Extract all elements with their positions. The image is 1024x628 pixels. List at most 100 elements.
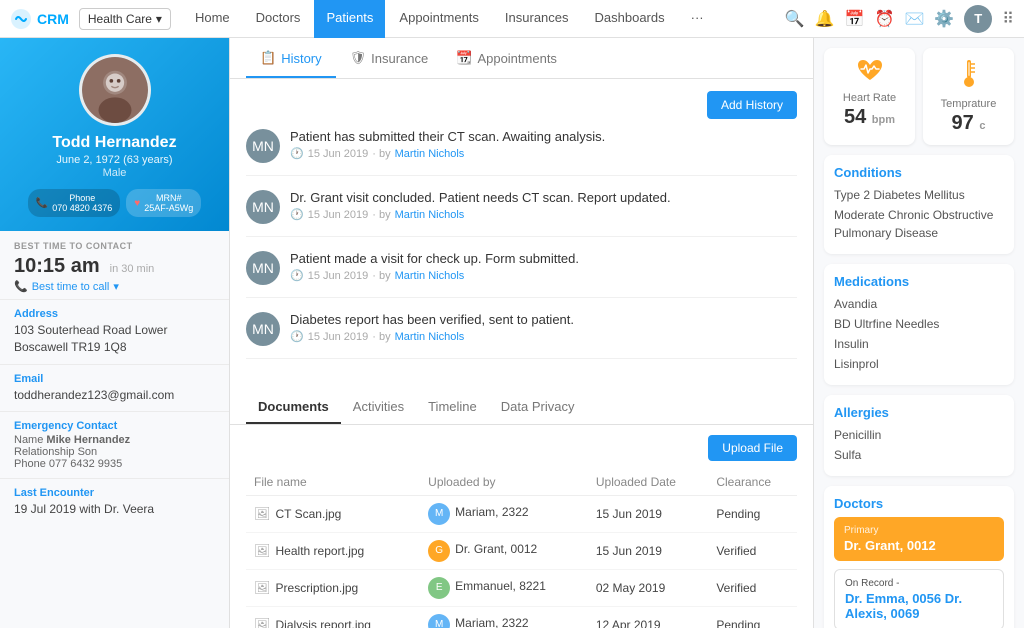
sub-tab-dataprivacy[interactable]: Data Privacy [489,389,587,424]
history-author[interactable]: Martin Nichols [395,209,465,221]
history-avatar-2: MN [246,251,280,285]
history-meta: 🕐 15 Jun 2019 · by Martin Nichols [290,147,605,160]
mail-icon[interactable]: ✉️ [904,9,924,29]
clock-icon: 🕐 [290,147,304,160]
upload-file-button[interactable]: Upload File [708,435,797,461]
sub-tab-documents[interactable]: Documents [246,389,341,424]
right-panel: Heart Rate 54 bpm Temp [814,38,1024,628]
uploader-cell: MMariam, 2322 [420,496,588,533]
tab-appointments[interactable]: 📆 Appointments [442,38,571,78]
status-cell: Pending [708,607,797,628]
nav-doctors[interactable]: Doctors [244,0,313,38]
conditions-list: Type 2 Diabetes Mellitus Moderate Chronic… [834,186,1004,242]
uploader-avatar: G [428,540,450,562]
user-avatar[interactable]: T [964,5,992,33]
nav-more[interactable]: ··· [679,0,716,38]
search-icon[interactable]: 🔍 [785,9,805,29]
email-value: toddherandez123@gmail.com [14,387,215,404]
history-avatar-3: MN [246,312,280,346]
date-cell: 12 Apr 2019 [588,607,708,628]
nav-insurances[interactable]: Insurances [493,0,581,38]
tab-insurance[interactable]: 🛡 Insurance [336,38,443,78]
temperature-card: Temprature 97 c [923,48,1014,145]
last-encounter-label: Last Encounter [14,487,215,499]
nav-patients[interactable]: Patients [314,0,385,38]
best-time-label: BEST TIME TO CONTACT [14,241,215,251]
emergency-label: Emergency Contact [14,420,215,432]
patient-badges: 📞 Phone070 4820 4376 ♥ MRN#25AF-A5Wg [12,189,217,217]
history-author[interactable]: Martin Nichols [395,270,465,282]
history-item: MN Diabetes report has been verified, se… [246,312,797,359]
doctors-title: Doctors [834,496,1004,511]
grid-icon[interactable]: ⠿ [1002,9,1014,29]
doctor-onrecord-card[interactable]: On Record - Dr. Emma, 0056 Dr. Alexis, 0… [834,569,1004,628]
doctor-primary-tag: Primary [844,525,994,536]
table-row[interactable]: 🖼Dialysis report.jpg MMariam, 2322 12 Ap… [246,607,797,628]
history-author[interactable]: Martin Nichols [395,148,465,160]
documents-table: File name Uploaded by Uploaded Date Clea… [246,469,797,628]
in-time: in 30 min [110,263,155,275]
doctor-primary-card[interactable]: Primary Dr. Grant, 0012 [834,517,1004,561]
uploader-avatar: M [428,503,450,525]
center-panel: 📋 History 🛡 Insurance 📆 Appointments Add… [230,38,814,628]
history-content-1: Dr. Grant visit concluded. Patient needs… [290,190,671,221]
add-history-button[interactable]: Add History [707,91,797,119]
conditions-title: Conditions [834,165,1004,180]
uploader-avatar: E [428,577,450,599]
history-meta: 🕐 15 Jun 2019 · by Martin Nichols [290,330,574,343]
clock-icon[interactable]: ⏰ [875,9,895,29]
sub-tab-activities[interactable]: Activities [341,389,416,424]
table-row[interactable]: 🖼CT Scan.jpg MMariam, 2322 15 Jun 2019 P… [246,496,797,533]
history-item: MN Patient has submitted their CT scan. … [246,129,797,176]
history-section: Add History MN Patient has submitted the… [230,79,813,385]
settings-icon[interactable]: ⚙️ [934,9,954,29]
nav-home[interactable]: Home [183,0,242,38]
patient-name: Todd Hernandez [12,134,217,152]
table-row[interactable]: 🖼Prescription.jpg EEmmanuel, 8221 02 May… [246,570,797,607]
phone-badge[interactable]: 📞 Phone070 4820 4376 [28,189,121,217]
history-text: Patient has submitted their CT scan. Awa… [290,129,605,144]
condition-item: Moderate Chronic Obstructive Pulmonary D… [834,206,1004,242]
bell-icon[interactable]: 🔔 [815,9,835,29]
medications-list: AvandiaBD Ultrfine NeedlesInsulinLisinpr… [834,295,1004,373]
nav-dashboards[interactable]: Dashboards [583,0,677,38]
heart-rate-icon [832,58,907,88]
col-clearance: Clearance [708,469,797,496]
appointment-icon: 📆 [456,50,472,66]
patient-dob: June 2, 1972 (63 years) [12,154,217,166]
health-care-dropdown[interactable]: Health Care ▾ [79,8,171,30]
clock-icon: 🕐 [290,330,304,343]
condition-item: Type 2 Diabetes Mellitus [834,186,1004,204]
patient-card: Todd Hernandez June 2, 1972 (63 years) M… [0,38,229,231]
allergy-item: Penicillin [834,426,1004,444]
table-row[interactable]: 🖼Health report.jpg GDr. Grant, 0012 15 J… [246,533,797,570]
uploader-cell: MMariam, 2322 [420,607,588,628]
last-encounter-block: Last Encounter 19 Jul 2019 with Dr. Veer… [0,478,229,526]
documents-section: Upload File File name Uploaded by Upload… [230,425,813,628]
nav-items: Home Doctors Patients Appointments Insur… [183,0,781,38]
doctor-onrecord-name: Dr. Emma, 0056 Dr. Alexis, 0069 [845,591,993,621]
temperature-icon [931,58,1006,94]
tab-history[interactable]: 📋 History [246,38,336,78]
history-author[interactable]: Martin Nichols [395,331,465,343]
history-icon: 📋 [260,50,276,66]
best-time-value: 10:15 am [14,255,100,278]
medications-section: Medications AvandiaBD Ultrfine NeedlesIn… [824,264,1014,385]
heart-rate-card: Heart Rate 54 bpm [824,48,915,145]
app-logo: CRM [10,8,69,30]
calendar-add-icon[interactable]: 📅 [845,9,865,29]
clock-icon: 🕐 [290,208,304,221]
date-cell: 02 May 2019 [588,570,708,607]
call-row[interactable]: 📞 Best time to call ▾ [14,280,215,293]
vitals-row: Heart Rate 54 bpm Temp [824,48,1014,145]
allergies-title: Allergies [834,405,1004,420]
nav-appointments[interactable]: Appointments [387,0,491,38]
medications-title: Medications [834,274,1004,289]
sub-tab-bar: Documents Activities Timeline Data Priva… [230,389,813,425]
heart-icon: ♥ [134,198,140,209]
temperature-label: Temprature [931,98,1006,110]
file-icon: 🖼 [254,580,271,595]
sub-tab-timeline[interactable]: Timeline [416,389,489,424]
medication-item: BD Ultrfine Needles [834,315,1004,333]
file-name-cell: 🖼Health report.jpg [246,533,420,570]
